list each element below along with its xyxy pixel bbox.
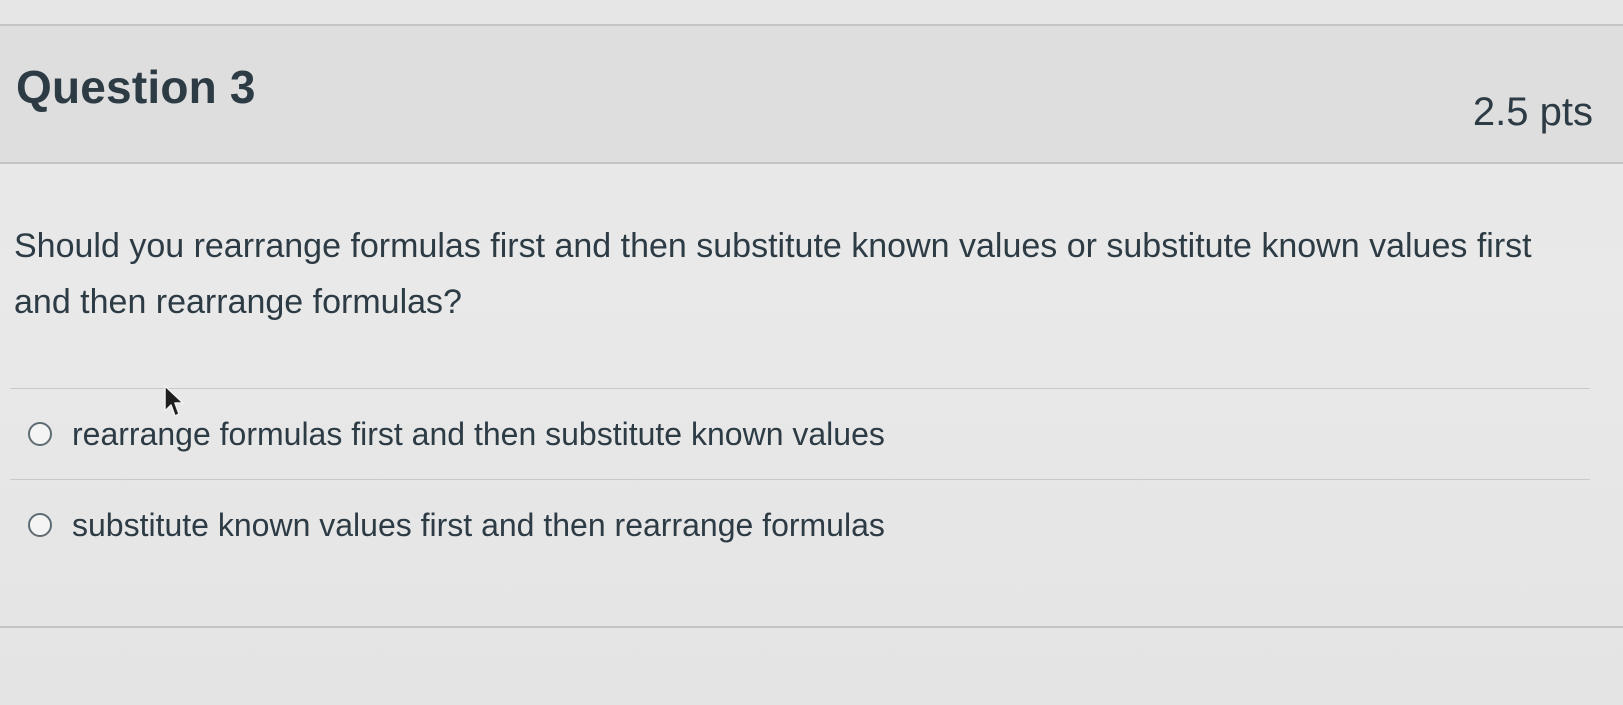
answer-option-2[interactable]: substitute known values first and then r… (0, 480, 1600, 570)
question-header: Question 3 2.5 pts (0, 24, 1623, 164)
quiz-question: Question 3 2.5 pts Should you rearrange … (0, 0, 1623, 705)
answer-option-1[interactable]: rearrange formulas first and then substi… (0, 389, 1600, 479)
radio-button-icon[interactable] (28, 513, 52, 537)
question-footer-divider (0, 626, 1623, 628)
mouse-pointer-icon (164, 385, 184, 417)
radio-button-icon[interactable] (28, 422, 52, 446)
answer-label: rearrange formulas first and then substi… (72, 415, 885, 452)
answer-label: substitute known values first and then r… (72, 506, 885, 543)
answer-list: rearrange formulas first and then substi… (0, 388, 1600, 570)
question-text: Should you rearrange formulas first and … (14, 227, 1532, 321)
question-points: 2.5 pts (1472, 90, 1593, 134)
question-title: Question 3 (16, 61, 256, 113)
